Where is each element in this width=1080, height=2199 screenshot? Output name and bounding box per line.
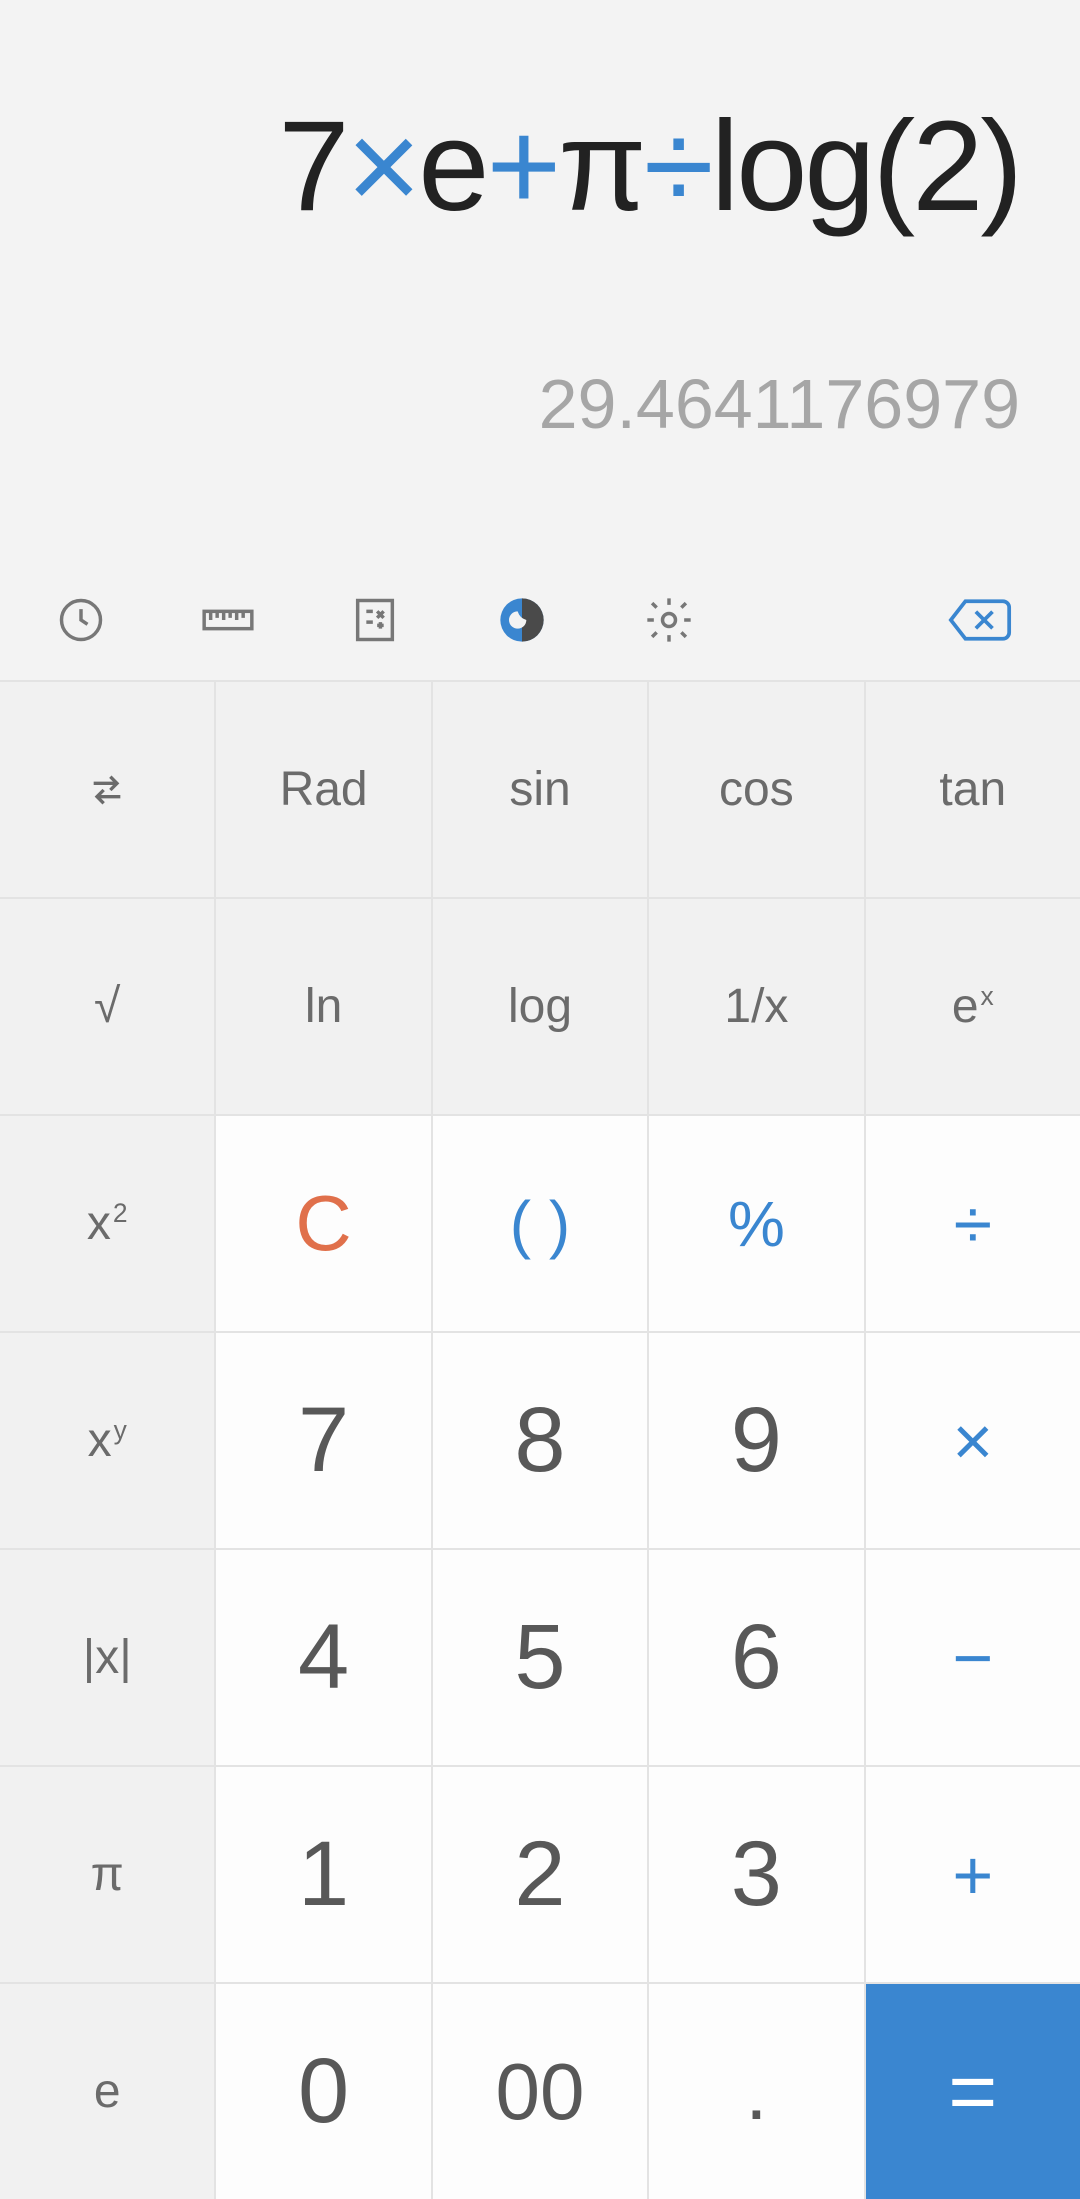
log-button[interactable]: log <box>433 899 647 1114</box>
digit-4-button[interactable]: 4 <box>216 1550 430 1765</box>
equals-button[interactable]: = <box>866 1984 1080 2199</box>
backspace-icon[interactable] <box>945 595 1015 645</box>
calc-mode-icon[interactable] <box>349 594 401 646</box>
calculator-display: 7×e+π÷log(2) 29.4641176979 <box>0 0 1080 560</box>
decimal-button[interactable]: . <box>649 1984 863 2199</box>
plus-button[interactable]: + <box>866 1767 1080 1982</box>
digit-0-button[interactable]: 0 <box>216 1984 430 2199</box>
sqrt-button[interactable]: √ <box>0 899 214 1114</box>
x-squared-button[interactable]: x2 <box>0 1116 214 1331</box>
digit-9-button[interactable]: 9 <box>649 1333 863 1548</box>
double-zero-button[interactable]: 00 <box>433 1984 647 2199</box>
abs-button[interactable]: |x| <box>0 1550 214 1765</box>
ruler-icon[interactable] <box>202 594 254 646</box>
digit-3-button[interactable]: 3 <box>649 1767 863 1982</box>
percent-button[interactable]: % <box>649 1116 863 1331</box>
digit-2-button[interactable]: 2 <box>433 1767 647 1982</box>
divide-button[interactable]: ÷ <box>866 1116 1080 1331</box>
reciprocal-button[interactable]: 1/x <box>649 899 863 1114</box>
keypad: Rad sin cos tan √ ln log 1/x ex x2 C ( )… <box>0 680 1080 2199</box>
sin-button[interactable]: sin <box>433 682 647 897</box>
expression-text: 7×e+π÷log(2) <box>278 100 1020 234</box>
digit-8-button[interactable]: 8 <box>433 1333 647 1548</box>
digit-7-button[interactable]: 7 <box>216 1333 430 1548</box>
parentheses-button[interactable]: ( ) <box>433 1116 647 1331</box>
digit-5-button[interactable]: 5 <box>433 1550 647 1765</box>
cos-button[interactable]: cos <box>649 682 863 897</box>
pi-button[interactable]: π <box>0 1767 214 1982</box>
toolbar-left <box>55 594 695 646</box>
x-power-y-label: xy <box>88 1413 127 1468</box>
ln-button[interactable]: ln <box>216 899 430 1114</box>
clear-button[interactable]: C <box>216 1116 430 1331</box>
e-power-x-label: ex <box>952 979 994 1034</box>
minus-button[interactable]: − <box>866 1550 1080 1765</box>
x-power-y-button[interactable]: xy <box>0 1333 214 1548</box>
history-icon[interactable] <box>55 594 107 646</box>
x-squared-label: x2 <box>87 1196 128 1251</box>
rad-button[interactable]: Rad <box>216 682 430 897</box>
multiply-button[interactable]: × <box>866 1333 1080 1548</box>
e-constant-button[interactable]: e <box>0 1984 214 2199</box>
e-power-x-button[interactable]: ex <box>866 899 1080 1114</box>
digit-6-button[interactable]: 6 <box>649 1550 863 1765</box>
tan-button[interactable]: tan <box>866 682 1080 897</box>
result-text: 29.4641176979 <box>539 364 1020 444</box>
toolbar <box>0 560 1080 680</box>
toggle-functions-button[interactable] <box>0 682 214 897</box>
theme-icon[interactable] <box>496 594 548 646</box>
digit-1-button[interactable]: 1 <box>216 1767 430 1982</box>
settings-icon[interactable] <box>643 594 695 646</box>
